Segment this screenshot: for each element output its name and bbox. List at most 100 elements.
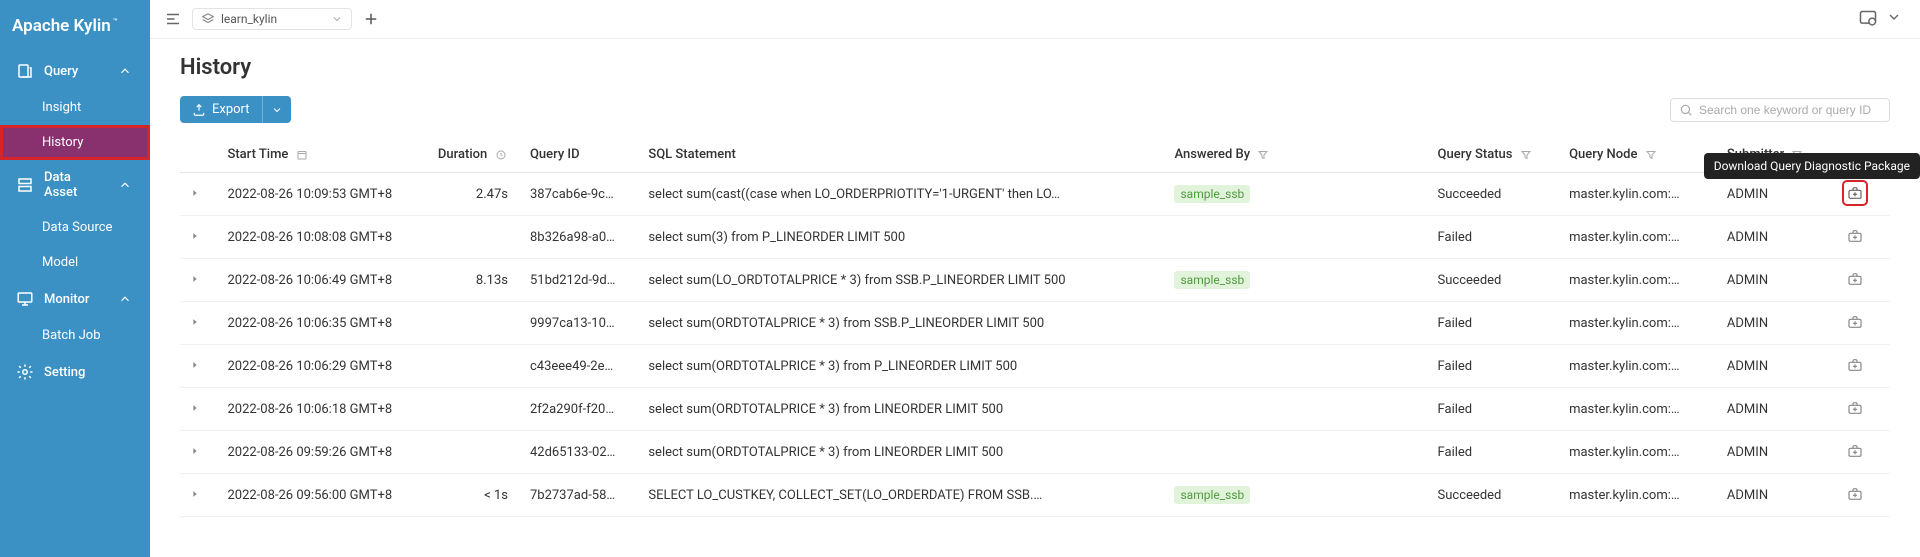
cell-node: master.kylin.com:…	[1561, 474, 1719, 517]
project-selector[interactable]: learn_kylin	[192, 8, 352, 30]
nav-label: History	[42, 135, 83, 150]
cell-answered-by: sample_ssb	[1166, 259, 1429, 302]
search-icon	[1679, 103, 1693, 117]
cell-start-time: 2022-08-26 09:59:26 GMT+8	[219, 431, 429, 474]
filter-icon	[1257, 149, 1269, 161]
download-diagnostic-button[interactable]	[1845, 312, 1865, 332]
cell-duration	[430, 302, 522, 345]
add-project-button[interactable]	[362, 10, 380, 28]
cell-node: master.kylin.com:…	[1561, 431, 1719, 474]
nav-batch-job[interactable]: Batch Job	[0, 318, 150, 353]
nav-monitor[interactable]: Monitor	[0, 280, 150, 318]
cell-submitter: ADMIN	[1719, 302, 1837, 345]
cell-duration: < 1s	[430, 474, 522, 517]
cell-sql: SELECT LO_CUSTKEY, COLLECT_SET(LO_ORDERD…	[640, 474, 1166, 517]
help-icon[interactable]	[1858, 9, 1878, 29]
download-diagnostic-button[interactable]	[1845, 226, 1865, 246]
cell-status: Failed	[1430, 431, 1562, 474]
collapse-sidebar-button[interactable]	[164, 10, 182, 28]
cell-sql: select sum(LO_ORDTOTALPRICE * 3) from SS…	[640, 259, 1166, 302]
filter-icon	[1520, 149, 1532, 161]
cell-submitter: ADMIN	[1719, 388, 1837, 431]
nav-label: Batch Job	[42, 328, 101, 343]
expand-row-button[interactable]	[188, 401, 202, 415]
answered-by-badge: sample_ssb	[1174, 271, 1250, 289]
expand-row-button[interactable]	[188, 229, 202, 243]
clock-icon	[495, 149, 507, 161]
layers-icon	[201, 12, 215, 26]
topbar-chevron-down-icon[interactable]	[1886, 9, 1906, 29]
cell-status: Failed	[1430, 345, 1562, 388]
nav-label: Data Asset	[44, 170, 106, 200]
nav-data-asset[interactable]: Data Asset	[0, 160, 150, 210]
cell-sql: select sum(ORDTOTALPRICE * 3) from LINEO…	[640, 431, 1166, 474]
nav-label: Data Source	[42, 220, 112, 235]
cell-status: Failed	[1430, 216, 1562, 259]
cell-duration: 2.47s	[430, 173, 522, 216]
export-label: Export	[212, 102, 250, 117]
cell-start-time: 2022-08-26 10:06:35 GMT+8	[219, 302, 429, 345]
download-diagnostic-button[interactable]	[1845, 484, 1865, 504]
data-asset-icon	[16, 176, 34, 194]
col-query-node[interactable]: Query Node	[1561, 137, 1719, 173]
cell-answered-by: sample_ssb	[1166, 474, 1429, 517]
calendar-icon	[296, 149, 308, 161]
table-header-row: Start Time Duration Query ID SQL Stateme…	[180, 137, 1890, 173]
table-row: 2022-08-26 09:59:26 GMT+842d65133-02…sel…	[180, 431, 1890, 474]
search-input[interactable]	[1699, 103, 1881, 117]
expand-row-button[interactable]	[188, 272, 202, 286]
expand-row-button[interactable]	[188, 358, 202, 372]
cell-sql: select sum(ORDTOTALPRICE * 3) from SSB.P…	[640, 302, 1166, 345]
cell-answered-by	[1166, 345, 1429, 388]
nav-setting[interactable]: Setting	[0, 353, 150, 391]
expand-row-button[interactable]	[188, 487, 202, 501]
cell-query-id: 387cab6e-9c…	[522, 173, 640, 216]
download-diagnostic-button[interactable]	[1845, 183, 1865, 203]
download-diagnostic-button[interactable]	[1845, 269, 1865, 289]
expand-row-button[interactable]	[188, 315, 202, 329]
cell-node: master.kylin.com:…	[1561, 216, 1719, 259]
project-name: learn_kylin	[221, 12, 277, 26]
cell-query-id: c43eee49-2e…	[522, 345, 640, 388]
col-duration[interactable]: Duration	[430, 137, 522, 173]
search-box[interactable]	[1670, 98, 1890, 122]
nav-insight[interactable]: Insight	[0, 90, 150, 125]
cell-duration	[430, 345, 522, 388]
nav-data-source[interactable]: Data Source	[0, 210, 150, 245]
table-row: 2022-08-26 10:06:18 GMT+82f2a290f-f20…se…	[180, 388, 1890, 431]
cell-submitter: ADMIN	[1719, 345, 1837, 388]
col-sql: SQL Statement	[640, 137, 1166, 173]
brand-logo: Apache Kylin™	[0, 0, 150, 52]
history-table: Start Time Duration Query ID SQL Stateme…	[180, 137, 1890, 517]
cell-start-time: 2022-08-26 10:06:18 GMT+8	[219, 388, 429, 431]
nav-history[interactable]: History	[0, 125, 150, 160]
export-dropdown[interactable]	[263, 98, 291, 122]
expand-row-button[interactable]	[188, 186, 202, 200]
cell-sql: select sum(ORDTOTALPRICE * 3) from LINEO…	[640, 388, 1166, 431]
answered-by-badge: sample_ssb	[1174, 185, 1250, 203]
col-query-id: Query ID	[522, 137, 640, 173]
table-row: 2022-08-26 10:09:53 GMT+82.47s387cab6e-9…	[180, 173, 1890, 216]
export-button[interactable]: Export	[180, 96, 291, 123]
cell-status: Failed	[1430, 388, 1562, 431]
nav-label: Insight	[42, 100, 81, 115]
nav-query[interactable]: Query	[0, 52, 150, 90]
cell-answered-by: sample_ssb	[1166, 173, 1429, 216]
col-answered-by[interactable]: Answered By	[1166, 137, 1429, 173]
cell-status: Succeeded	[1430, 173, 1562, 216]
download-diagnostic-button[interactable]	[1845, 441, 1865, 461]
download-diagnostic-button[interactable]	[1845, 355, 1865, 375]
download-diagnostic-button[interactable]	[1845, 398, 1865, 418]
nav-label: Model	[42, 255, 78, 270]
col-query-status[interactable]: Query Status	[1430, 137, 1562, 173]
nav-label: Query	[44, 64, 78, 79]
cell-query-id: 9997ca13-10…	[522, 302, 640, 345]
export-icon	[192, 103, 206, 117]
table-row: 2022-08-26 09:56:00 GMT+8< 1s7b2737ad-58…	[180, 474, 1890, 517]
trademark: ™	[113, 17, 118, 26]
nav-model[interactable]: Model	[0, 245, 150, 280]
col-start-time[interactable]: Start Time	[219, 137, 429, 173]
table-row: 2022-08-26 10:08:08 GMT+88b326a98-a0…sel…	[180, 216, 1890, 259]
expand-row-button[interactable]	[188, 444, 202, 458]
cell-duration	[430, 388, 522, 431]
